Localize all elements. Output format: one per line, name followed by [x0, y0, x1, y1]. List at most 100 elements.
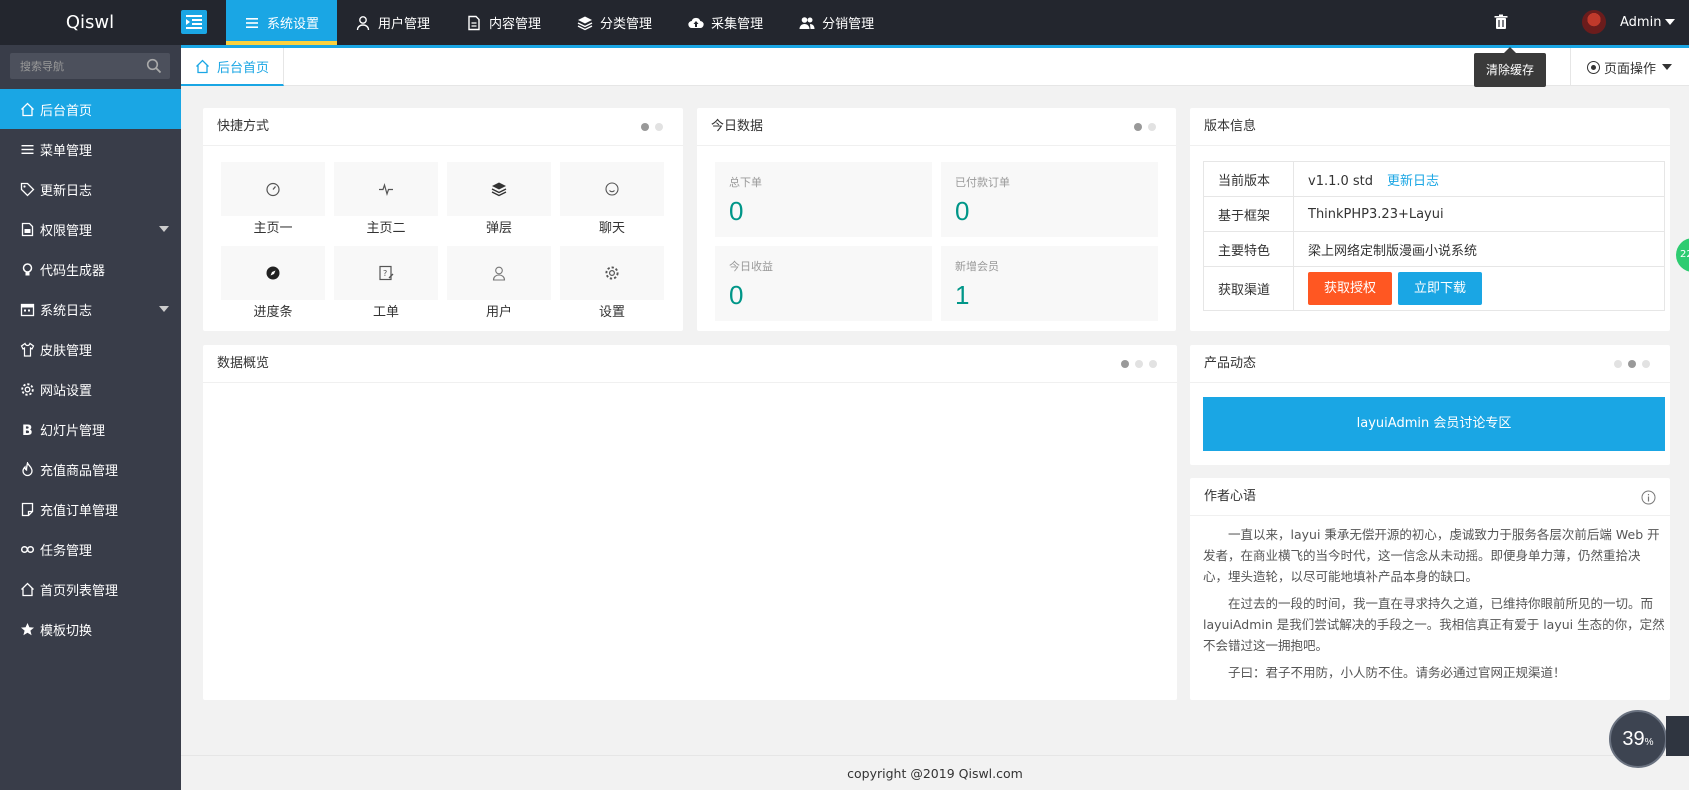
search-input[interactable] [10, 53, 140, 79]
carousel-dot[interactable] [1614, 360, 1622, 368]
nav-content-management[interactable]: 内容管理 [448, 0, 559, 45]
logo[interactable]: Qiswl [0, 0, 180, 45]
sidebar-item-recharge-orders[interactable]: 充值订单管理 [0, 489, 181, 529]
shortcut-progress[interactable]: 进度条 [221, 246, 325, 330]
tab-home[interactable]: 后台首页 [181, 48, 285, 86]
card-title: 今日数据 [697, 108, 1176, 146]
shortcut-tile[interactable]: ? [334, 246, 438, 300]
shortcut-workorder[interactable]: ? 工单 [334, 246, 438, 330]
shortcut-user[interactable]: 用户 [447, 246, 551, 330]
stat-today-income[interactable]: 今日收益 0 [715, 246, 932, 321]
sidebar-item-code-generator[interactable]: 代码生成器 [0, 249, 181, 289]
sidebar-item-permission[interactable]: 权限管理 [0, 209, 181, 249]
dashboard-icon [266, 182, 280, 197]
get-license-button[interactable]: 获取授权 [1308, 272, 1393, 305]
table-cell: 主要特色 [1203, 231, 1294, 267]
sidebar-item-changelog[interactable]: 更新日志 [0, 169, 181, 209]
card-title-text: 版本信息 [1204, 119, 1257, 134]
trash-icon[interactable] [1492, 13, 1510, 31]
carousel-dot[interactable] [1134, 123, 1142, 131]
nav-category-management[interactable]: 分类管理 [559, 0, 670, 45]
nav-collect-management[interactable]: 采集管理 [670, 0, 781, 45]
shortcut-tile[interactable] [447, 162, 551, 216]
stat-paid-orders[interactable]: 已付款订单 0 [941, 162, 1158, 237]
gear-icon [605, 266, 619, 280]
sidebar-item-slideshow[interactable]: B 幻灯片管理 [0, 409, 181, 449]
speed-widget[interactable]: 39% [1609, 710, 1667, 768]
shortcut-chat[interactable]: 聊天 [560, 162, 664, 246]
sidebar-item-label: 菜单管理 [40, 143, 93, 159]
nav-distribution-management[interactable]: 分销管理 [781, 0, 892, 45]
speed-widget-panel [1666, 716, 1689, 756]
shortcut-layer[interactable]: 弹层 [447, 162, 551, 246]
sidebar-item-home-list[interactable]: 首页列表管理 [0, 569, 181, 609]
sidebar-item-site-settings[interactable]: 网站设置 [0, 369, 181, 409]
info-icon[interactable] [1641, 490, 1656, 505]
shortcut-settings[interactable]: 设置 [560, 246, 664, 330]
footer: copyright @2019 Qiswl.com [181, 755, 1689, 790]
sidebar-item-system-log[interactable]: 系统日志 [0, 289, 181, 329]
carousel-dot[interactable] [641, 123, 649, 131]
shortcut-tile[interactable] [221, 162, 325, 216]
nav-label: 分类管理 [600, 17, 653, 32]
fire-icon [20, 461, 35, 477]
target-icon [1587, 60, 1600, 74]
sidebar-item-label: 代码生成器 [40, 263, 106, 279]
page-operations-dropdown[interactable]: 页面操作 [1570, 48, 1689, 86]
stat-label: 总下单 [729, 176, 762, 189]
carousel-dots [1614, 360, 1650, 368]
avatar[interactable] [1582, 10, 1606, 34]
table-cell: 获取授权 立即下载 [1293, 266, 1665, 311]
sidebar-item-label: 充值商品管理 [40, 463, 119, 479]
shortcut-tile[interactable] [560, 162, 664, 216]
shortcut-home-1[interactable]: 主页一 [221, 162, 325, 246]
changelog-link[interactable]: 更新日志 [1387, 174, 1439, 189]
shortcut-tile[interactable] [447, 246, 551, 300]
stat-total-orders[interactable]: 总下单 0 [715, 162, 932, 237]
side-badge[interactable]: 22 [1676, 238, 1689, 272]
sidebar-item-label: 网站设置 [40, 383, 93, 399]
tab-bar: 后台首页 页面操作 [181, 48, 1689, 86]
sidebar-item-label: 充值订单管理 [40, 503, 119, 519]
carousel-dot[interactable] [1148, 123, 1156, 131]
card-title-text: 今日数据 [711, 119, 764, 134]
carousel-dot[interactable] [1642, 360, 1650, 368]
author-words-card: 作者心语 一直以来，layui 秉承无偿开源的初心，虔诚致力于服务各层次前后端 … [1190, 478, 1670, 700]
sidebar-item-label: 后台首页 [40, 103, 93, 119]
stat-new-members[interactable]: 新增会员 1 [941, 246, 1158, 321]
sidebar-toggle-button[interactable] [181, 10, 207, 34]
sidebar-item-skin[interactable]: 皮肤管理 [0, 329, 181, 369]
nav-user-management[interactable]: 用户管理 [337, 0, 448, 45]
shortcut-tile[interactable] [334, 162, 438, 216]
shortcut-tile[interactable] [560, 246, 664, 300]
shortcut-home-2[interactable]: 主页二 [334, 162, 438, 246]
tag-icon [20, 182, 35, 197]
download-button[interactable]: 立即下载 [1398, 272, 1483, 305]
chevron-down-icon [159, 306, 169, 312]
member-forum-banner[interactable]: layuiAdmin 会员讨论专区 [1203, 397, 1665, 451]
sidebar-item-menu-management[interactable]: 菜单管理 [0, 129, 181, 169]
shirt-icon [20, 342, 35, 357]
sidebar-item-recharge-products[interactable]: 充值商品管理 [0, 449, 181, 489]
sidebar-item-template-switch[interactable]: 模板切换 [0, 609, 181, 649]
carousel-dot[interactable] [1149, 360, 1157, 368]
sidebar-item-home[interactable]: 后台首页 [0, 89, 181, 129]
search-icon[interactable] [146, 58, 162, 74]
admin-username[interactable]: Admin [1620, 0, 1661, 45]
stat-value: 0 [955, 196, 970, 226]
sidebar-item-tasks[interactable]: 任务管理 [0, 529, 181, 569]
carousel-dot[interactable] [1121, 360, 1129, 368]
carousel-dot[interactable] [655, 123, 663, 131]
shortcut-label: 聊天 [598, 221, 625, 236]
top-header: Qiswl 系统设置 用户管理 内容管理 分类管理 采集管理 分销管理 Admi… [0, 0, 1689, 45]
chevron-down-icon[interactable] [1665, 19, 1675, 25]
carousel-dot[interactable] [1135, 360, 1143, 368]
table-cell: 获取渠道 [1203, 266, 1294, 311]
speed-percent: 39 [1622, 728, 1645, 750]
compass-icon [266, 266, 280, 280]
card-title-text: 作者心语 [1204, 489, 1257, 504]
carousel-dot[interactable] [1628, 360, 1636, 368]
card-title: 快捷方式 [203, 108, 683, 146]
nav-system-settings[interactable]: 系统设置 [226, 0, 338, 45]
shortcut-tile[interactable] [221, 246, 325, 300]
